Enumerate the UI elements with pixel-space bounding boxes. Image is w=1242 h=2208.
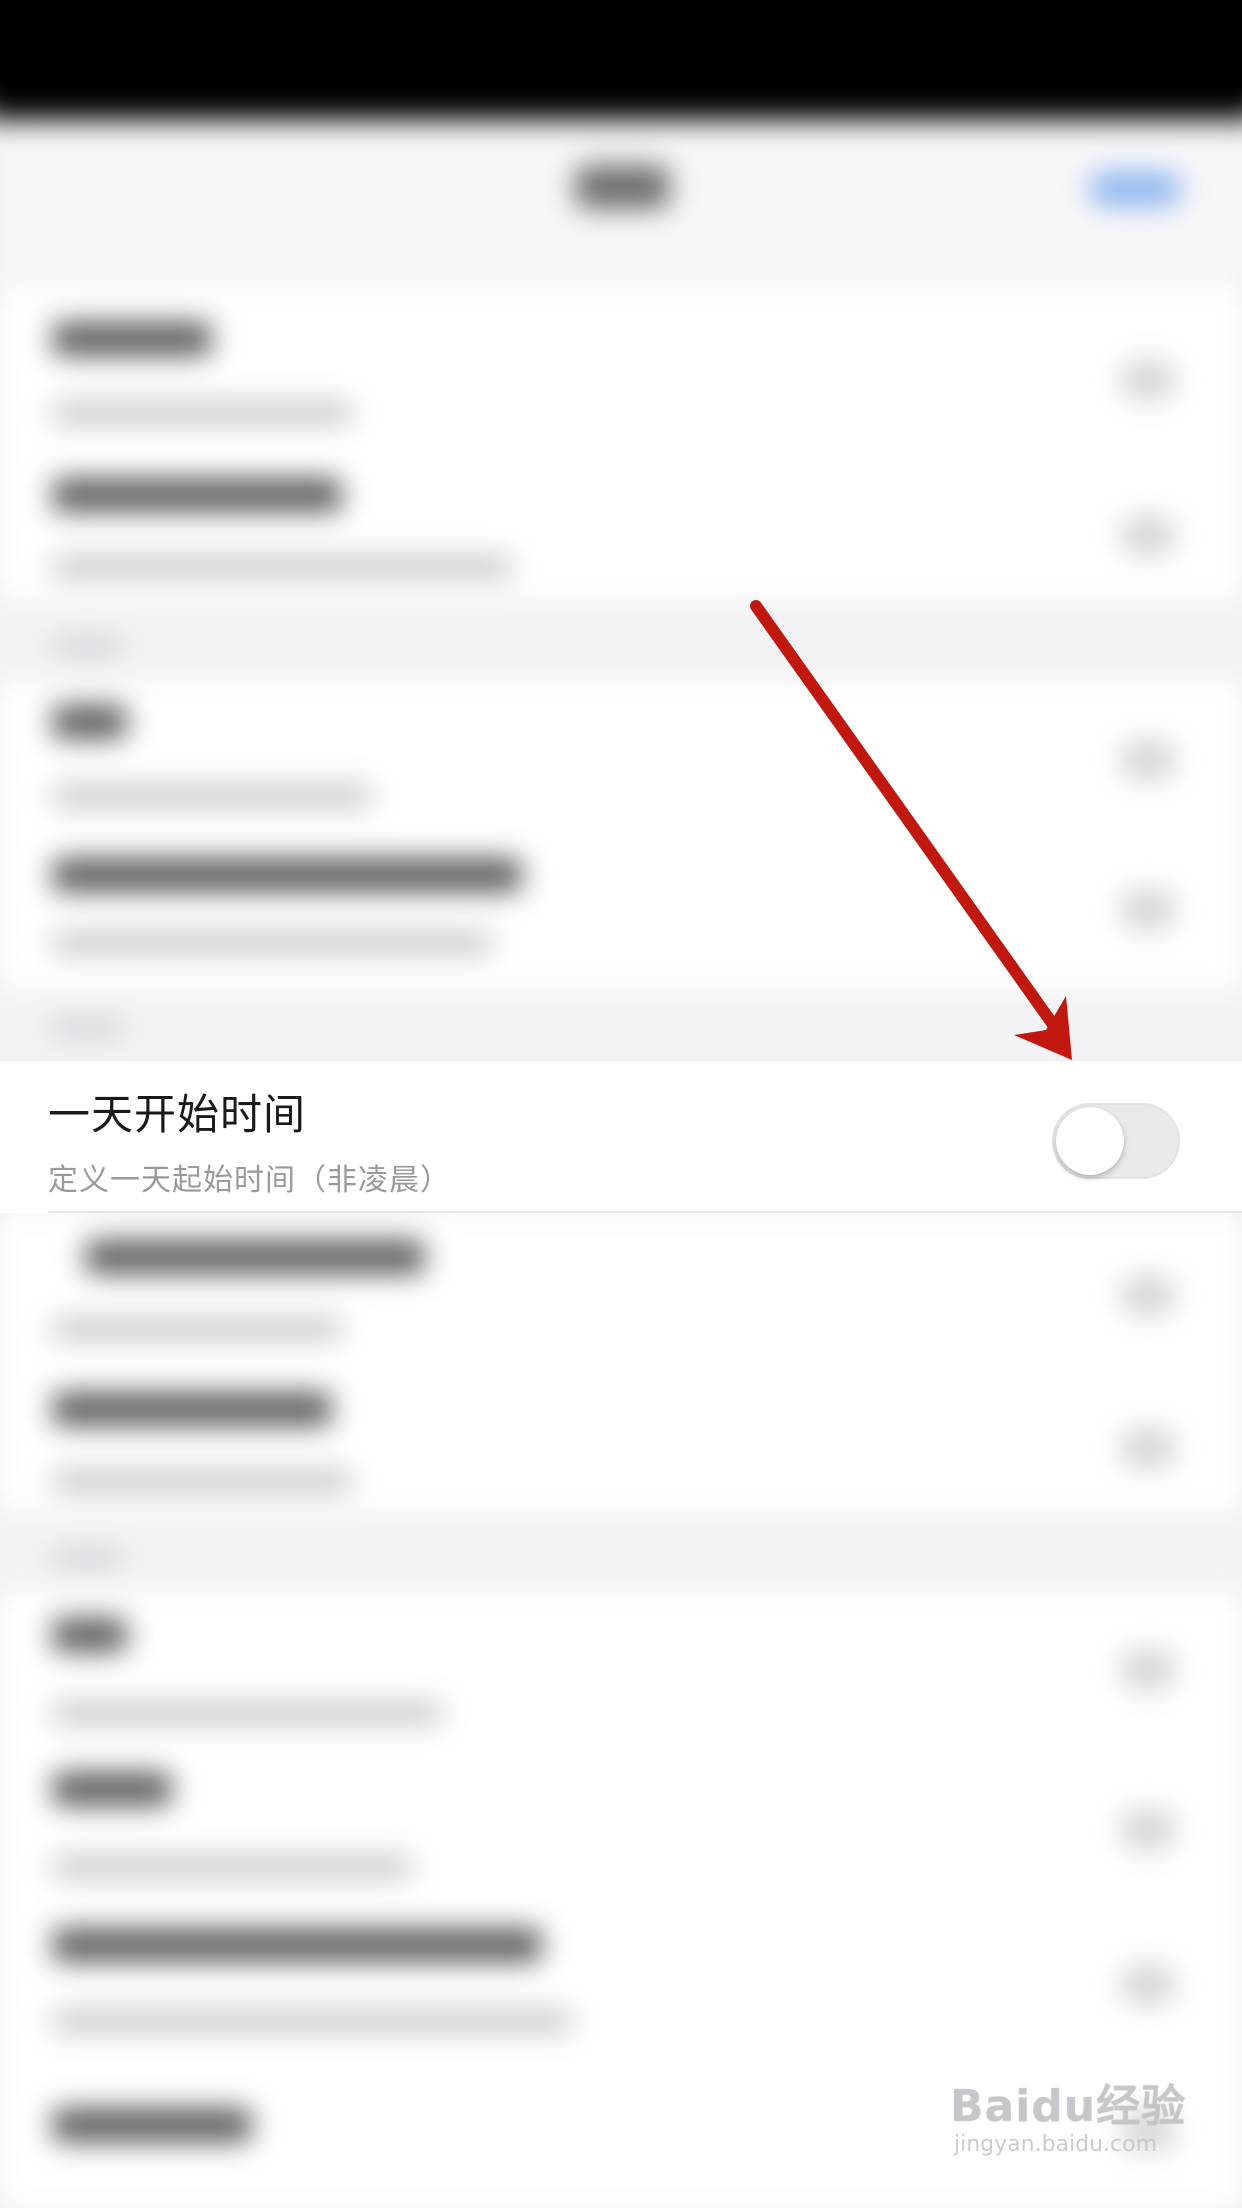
watermark-logo: Baidu经验	[950, 2081, 1187, 2132]
baidu-watermark: Baidu经验 jingyan.baidu.com	[950, 2070, 1190, 2190]
watermark-url: jingyan.baidu.com	[954, 2132, 1158, 2157]
annotation-arrow-icon	[750, 600, 1072, 1060]
